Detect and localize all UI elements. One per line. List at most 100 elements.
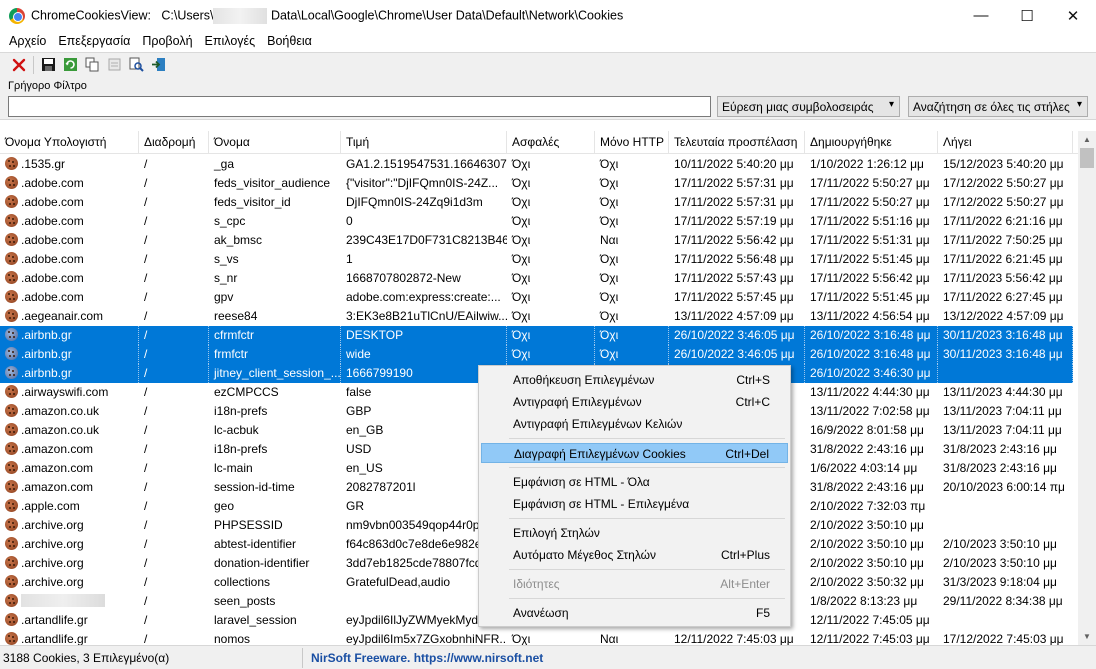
menu-view[interactable]: Προβολή: [136, 34, 198, 48]
column-header-expires[interactable]: Λήγει: [938, 131, 1073, 154]
ctx-html-selected[interactable]: Εμφάνιση σε HTML - Επιλεγμένα: [481, 494, 788, 514]
cookie-icon: [5, 176, 18, 189]
menu-edit[interactable]: Επεξεργασία: [52, 34, 136, 48]
find-icon[interactable]: [125, 54, 147, 76]
window-title: ChromeCookiesView: C:\Users\ Data\Local\…: [31, 7, 624, 24]
cell-last-accessed: 12/11/2022 7:45:03 μμ: [674, 632, 794, 645]
scroll-down-icon[interactable]: ▼: [1078, 628, 1096, 645]
table-row[interactable]: .airbnb.gr / frmfctr wide Όχι Όχι 26/10/2022 3…: [0, 345, 1073, 364]
cookie-icon: [5, 556, 18, 569]
cell-path: /: [144, 290, 148, 304]
cookie-icon: [5, 233, 18, 246]
cell-value: wide: [341, 345, 507, 364]
column-header-name[interactable]: Όνομα: [209, 131, 341, 154]
cell-created: 17/11/2022 5:51:31 μμ: [810, 233, 930, 247]
refresh-icon[interactable]: [59, 54, 81, 76]
table-row[interactable]: .airbnb.gr / cfrmfctr DESKTOP Όχι Όχι 26/10/20…: [0, 326, 1073, 345]
cell-name: abtest-identifier: [214, 537, 297, 551]
column-header-host[interactable]: Όνομα Υπολογιστή: [0, 131, 139, 154]
cell-last-accessed: 26/10/2022 3:46:05 μμ: [669, 345, 805, 364]
table-row[interactable]: .adobe.com / gpv adobe.com:express:create:.…: [0, 288, 1073, 307]
ctx-copy-cells[interactable]: Αντιγραφή Επιλεγμένων Κελιών: [481, 414, 788, 434]
cell-expires: 29/11/2022 8:34:38 μμ: [943, 594, 1063, 608]
nirsoft-link[interactable]: NirSoft Freeware. https://www.nirsoft.ne…: [311, 651, 543, 665]
cell-last-accessed: 13/11/2022 4:57:09 μμ: [674, 309, 794, 323]
table-row[interactable]: .adobe.com / feds_visitor_id DjIFQmn0IS-24Z…: [0, 193, 1073, 212]
cell-http-only: Ναι: [600, 632, 619, 645]
cookie-icon: [5, 461, 18, 474]
cell-text: .adobe.com: [21, 233, 84, 247]
ctx-copy-selected[interactable]: Αντιγραφή Επιλεγμένων Ctrl+C: [481, 392, 788, 412]
cell-value: 1668707802872-New: [346, 271, 461, 285]
title-bar[interactable]: ChromeCookiesView: C:\Users\ Data\Local\…: [0, 0, 1096, 31]
cell-http-only: Όχι: [600, 252, 619, 266]
cell-name: lc-main: [214, 461, 253, 475]
cell-http-only: Όχι: [600, 271, 619, 285]
cell-text: .archive.org: [21, 537, 84, 551]
filter-mode-select[interactable]: Εύρεση μιας συμβολοσειράς ▾: [717, 96, 900, 117]
minimize-button[interactable]: —: [958, 0, 1004, 31]
cell-host: .adobe.com: [0, 288, 139, 307]
column-header-http-only[interactable]: Μόνο HTTP: [595, 131, 669, 154]
properties-icon[interactable]: [103, 54, 125, 76]
cell-path: /: [144, 537, 148, 551]
cell-name: i18n-prefs: [214, 404, 268, 418]
menu-help[interactable]: Βοήθεια: [261, 34, 318, 48]
table-row[interactable]: .adobe.com / ak_bmsc 239C43E17D0F731C8213B4…: [0, 231, 1073, 250]
cell-created: 17/11/2022 5:50:27 μμ: [810, 176, 930, 190]
ctx-auto-size-columns[interactable]: Αυτόματο Μέγεθος Στηλών Ctrl+Plus: [481, 545, 788, 565]
cell-created: 2/10/2022 7:32:03 πμ: [810, 499, 926, 513]
column-header-path[interactable]: Διαδρομή: [139, 131, 209, 154]
ctx-save-selected[interactable]: Αποθήκευση Επιλεγμένων Ctrl+S: [481, 370, 788, 390]
menu-item-shortcut: F5: [755, 606, 770, 620]
cookie-icon: [5, 499, 18, 512]
cell-name: seen_posts: [214, 594, 276, 608]
scroll-thumb[interactable]: [1080, 148, 1094, 168]
cell-path: /: [144, 423, 148, 437]
column-header-last-accessed[interactable]: Τελευταία προσπέλαση: [669, 131, 805, 154]
cell-created: 2/10/2022 3:50:10 μμ: [810, 556, 924, 570]
vertical-scrollbar[interactable]: ▲ ▼: [1078, 131, 1096, 645]
cell-host: [0, 592, 139, 611]
column-header-created[interactable]: Δημιουργήθηκε: [805, 131, 938, 154]
scroll-up-icon[interactable]: ▲: [1078, 131, 1096, 148]
cell-host: .adobe.com: [0, 250, 139, 269]
ctx-html-all[interactable]: Εμφάνιση σε HTML - Όλα: [481, 472, 788, 492]
delete-icon[interactable]: [8, 54, 30, 76]
close-button[interactable]: ✕: [1050, 0, 1096, 31]
cell-host: .amazon.co.uk: [0, 402, 139, 421]
cell-expires: 13/11/2023 7:04:11 μμ: [943, 404, 1062, 418]
table-row[interactable]: .adobe.com / s_cpc 0 Όχι Όχι 17/11/2022 5:57:1…: [0, 212, 1073, 231]
cell-expires: 30/11/2023 3:16:48 μμ: [938, 326, 1073, 345]
table-row[interactable]: .adobe.com / s_vs 1 Όχι Όχι 17/11/2022 5:56:48…: [0, 250, 1073, 269]
cell-expires: [938, 516, 1073, 535]
menu-options[interactable]: Επιλογές: [199, 34, 262, 48]
quick-filter-input[interactable]: [8, 96, 711, 117]
cell-name: s_vs: [214, 252, 239, 266]
column-header-secure[interactable]: Ασφαλές: [507, 131, 595, 154]
table-row[interactable]: .aegeanair.com / reese84 3:EK3e8B21uTlCnU/E…: [0, 307, 1073, 326]
copy-icon[interactable]: [81, 54, 103, 76]
cell-path: /: [144, 594, 148, 608]
cell-last-accessed: 10/11/2022 5:40:20 μμ: [674, 157, 794, 171]
cell-text: .archive.org: [21, 518, 84, 532]
column-header-value[interactable]: Τιμή: [341, 131, 507, 154]
cell-path: /: [139, 326, 209, 345]
table-row[interactable]: .adobe.com / s_nr 1668707802872-New Όχι Όχι 17…: [0, 269, 1073, 288]
exit-icon[interactable]: [147, 54, 169, 76]
ctx-delete-selected[interactable]: Διαγραφή Επιλεγμένων Cookies Ctrl+Del: [481, 443, 788, 463]
maximize-button[interactable]: ☐: [1004, 0, 1050, 31]
cell-created: 1/10/2022 1:26:12 μμ: [810, 157, 924, 171]
table-row[interactable]: .1535.gr / _ga GA1.2.1519547531.16646307...…: [0, 155, 1073, 174]
ctx-refresh[interactable]: Ανανέωση F5: [481, 603, 788, 623]
save-icon[interactable]: [37, 54, 59, 76]
menu-file[interactable]: Αρχείο: [3, 34, 52, 48]
cell-host: .aegeanair.com: [0, 307, 139, 326]
cell-created: 26/10/2022 3:16:48 μμ: [805, 326, 938, 345]
cell-name: s_cpc: [214, 214, 246, 228]
table-row[interactable]: .artandlife.gr / nomos eyJpdil6Im5x7ZGxobnh…: [0, 630, 1073, 645]
table-row[interactable]: .adobe.com / feds_visitor_audience {"visito…: [0, 174, 1073, 193]
ctx-choose-columns[interactable]: Επιλογή Στηλών: [481, 523, 788, 543]
cell-path: /: [144, 233, 148, 247]
filter-scope-select[interactable]: Αναζήτηση σε όλες τις στήλες ▾: [908, 96, 1088, 117]
